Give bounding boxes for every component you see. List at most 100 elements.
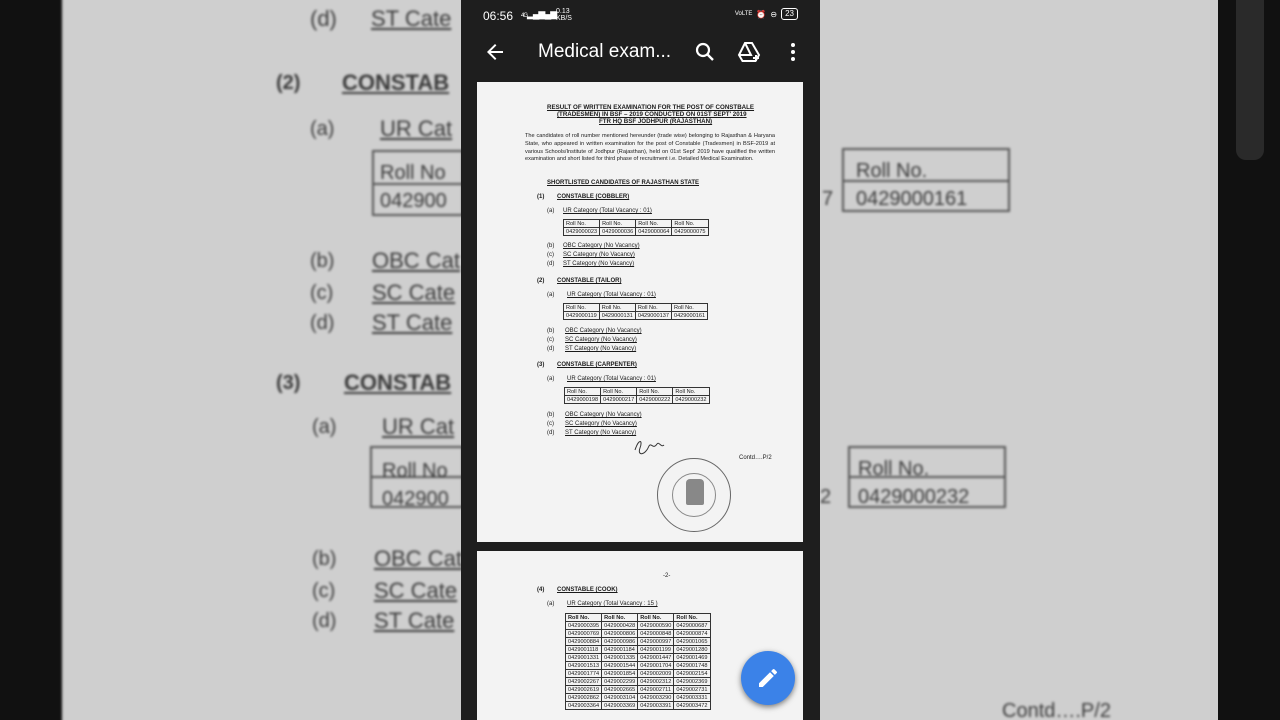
bg-roll-left-1: 042900 — [380, 190, 447, 212]
data-rate-value: 0.13 — [556, 8, 570, 15]
sec2-ur: UR Category (Total Vacancy : 01) — [567, 292, 656, 298]
edit-fab-button[interactable] — [741, 651, 795, 705]
app-bar: Medical exam... — [461, 30, 820, 74]
table-row: 0429000395 0429000428 0429000590 0429000687 — [564, 621, 711, 630]
sec1-obc: OBC Category (No Vacancy) — [563, 243, 640, 249]
bg-a-3: (a) — [312, 416, 337, 438]
roll-cell: 0429001118 — [564, 645, 603, 654]
doc-shortlisted-title: SHORTLISTED CANDIDATES OF RAJASTHAN STAT… — [547, 180, 700, 186]
bg-ur-cat-3: UR Cat — [382, 414, 455, 439]
table-row: 0429002267 0429002299 0429002312 0429002369 — [564, 677, 711, 686]
official-seal — [657, 458, 731, 532]
roll-cell: 0429001704 — [637, 661, 675, 670]
roll-cell: 0429002009 — [637, 669, 675, 678]
table-row: 0429001513 0429001544 0429001704 0429001748 — [564, 661, 711, 670]
drive-add-icon[interactable] — [737, 40, 761, 64]
sec3-sc: SC Category (No Vacancy) — [565, 421, 637, 427]
roll-cell: 0429000997 — [637, 637, 675, 646]
table-row: 0429002862 0429003104 0429003290 0429003331 — [564, 693, 711, 702]
sec3-b: (b) — [547, 412, 555, 418]
table-row: 0429000884 0429000986 0429000997 0429001065 — [564, 637, 711, 646]
doc-contd: Contd….P/2 — [739, 455, 772, 461]
status-right: VoLTE ⏰ ⊖ 23 — [735, 8, 798, 20]
sec4-num: (4) — [537, 587, 545, 593]
bg-a-2: (a) — [310, 118, 335, 140]
doc-heading-3: FTR HQ BSF JODHPUR (RAJASTHAN) — [599, 118, 713, 125]
roll-cell: 0429000131 — [598, 311, 636, 320]
back-arrow-icon[interactable] — [483, 40, 507, 64]
bg-sc-1: SC Cate — [372, 280, 456, 305]
sec3-a: (a) — [547, 376, 555, 382]
sec2-sc: SC Category (No Vacancy) — [565, 337, 637, 343]
bg-st-top: ST Cate — [371, 6, 452, 31]
bg-frag-2: 2 — [820, 486, 832, 508]
doc-paragraph: The candidates of roll number mentioned … — [525, 133, 775, 163]
roll-cell: 0429000137 — [634, 311, 672, 320]
sec3-ur: UR Category (Total Vacancy : 01) — [567, 376, 656, 382]
sec2-b: (b) — [547, 328, 555, 334]
edit-pencil-icon — [759, 668, 777, 687]
volte-label: VoLTE — [734, 11, 753, 17]
roll-cell: 0429000986 — [601, 637, 639, 646]
roll-cell: 0429003364 — [564, 701, 603, 710]
bg-c-2: (c) — [312, 580, 336, 602]
sec2-title: CONSTABLE (TAILOR) — [557, 278, 622, 284]
sec3-num: (3) — [537, 362, 545, 368]
roll-header: Roll No. — [600, 387, 638, 396]
doc-heading-1: RESULT OF WRITTEN EXAMINATION FOR THE PO… — [547, 104, 755, 111]
emblem-icon — [686, 479, 704, 505]
roll-cell: 0429001854 — [601, 669, 639, 678]
sec1-num: (1) — [537, 194, 545, 200]
roll-cell: 0429001774 — [564, 669, 603, 678]
data-rate-unit: KB/S — [556, 15, 572, 22]
bg-c-1: (c) — [310, 282, 334, 304]
table-row: 0429000769 0429000806 0429000848 0429000874 — [564, 629, 711, 638]
roll-cell: 0429001544 — [601, 661, 639, 670]
table-row: 0429001331 0429001335 0429001447 0429001469 — [564, 653, 711, 662]
bg-obc-2: OBC Cat — [374, 546, 463, 571]
roll-header: Roll No. — [634, 303, 672, 312]
network-4g-label: 4G — [521, 13, 528, 19]
signature-image — [634, 441, 665, 455]
roll-cell: 0429003331 — [673, 693, 711, 702]
roll-cell: 0429000769 — [564, 629, 603, 638]
sec2-a: (a) — [547, 292, 555, 298]
sec2-roll-table: Roll No. Roll No. Roll No. Roll No. 0429… — [563, 303, 709, 320]
sec1-title: CONSTABLE (COBBLER) — [557, 194, 630, 200]
sec1-b: (b) — [547, 243, 555, 249]
roll-cell: 0429000395 — [564, 621, 603, 630]
roll-header: Roll No. — [563, 387, 602, 396]
roll-cell: 0429001065 — [673, 637, 711, 646]
roll-cell: 0429001335 — [601, 653, 639, 662]
roll-cell: 0429002731 — [673, 685, 711, 694]
bg-b-2: (b) — [312, 548, 337, 570]
roll-cell: 0429000161 — [670, 311, 709, 320]
bg-sc-2: SC Cate — [374, 578, 458, 603]
sec1-roll-table: Roll No. Roll No. Roll No. Roll No. 0429… — [562, 219, 709, 236]
roll-cell: 0429000023 — [562, 227, 601, 236]
more-vert-icon[interactable] — [781, 40, 805, 64]
roll-header: Roll No. — [670, 303, 709, 312]
roll-cell: 0429001469 — [673, 653, 711, 662]
bg-frag-7: 7 — [822, 188, 834, 210]
document-page-1[interactable]: RESULT OF WRITTEN EXAMINATION FOR THE PO… — [477, 82, 803, 542]
roll-cell: 0429000119 — [563, 311, 600, 320]
roll-cell: 0429001748 — [673, 661, 711, 670]
sec3-c: (c) — [547, 421, 554, 427]
roll-cell: 0429002299 — [601, 677, 639, 686]
page2-number: -2- — [663, 573, 671, 579]
roll-cell: 0429003290 — [637, 693, 675, 702]
search-icon[interactable] — [693, 40, 717, 64]
bg-roll-no-right-1: Roll No. — [856, 160, 928, 182]
roll-cell: 0429000036 — [599, 227, 637, 236]
doc-heading-2: (TRADESMEN) IN BSF – 2019 CONDUCTED ON 0… — [557, 111, 747, 118]
sec1-ur: UR Category (Total Vacancy : 01) — [563, 208, 652, 214]
bg-d-2: (d) — [312, 610, 337, 632]
sec4-a: (a) — [547, 601, 555, 607]
roll-header: Roll No. — [635, 219, 673, 228]
bg-roll-no-right-2: Roll No. — [858, 458, 930, 480]
sec2-d: (d) — [547, 346, 555, 352]
roll-cell: 0429002862 — [564, 693, 603, 702]
roll-cell: 0429000590 — [637, 621, 675, 630]
roll-header: Roll No. — [563, 303, 600, 312]
